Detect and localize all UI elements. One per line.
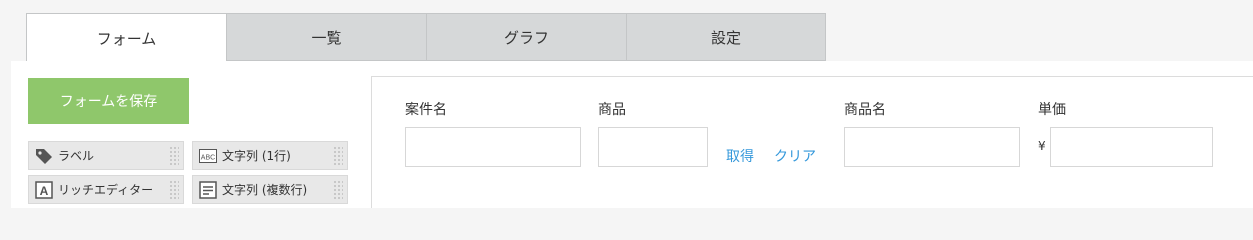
palette-item-text: 文字列 (複数行) xyxy=(222,183,308,197)
tab-settings[interactable]: 設定 xyxy=(626,13,826,61)
product-label: 商品 xyxy=(598,102,626,118)
palette-item-label[interactable]: ラベル xyxy=(28,141,184,170)
svg-text:ABC: ABC xyxy=(201,154,215,161)
currency-symbol: ¥ xyxy=(1038,139,1046,153)
palette-item-text: 文字列 (1行) xyxy=(222,149,291,163)
tab-label: フォーム xyxy=(96,29,157,48)
product-name-input[interactable] xyxy=(844,127,1020,167)
save-form-button[interactable]: フォームを保存 xyxy=(28,78,189,124)
tab-form[interactable]: フォーム xyxy=(26,13,226,62)
unit-price-label: 単価 xyxy=(1038,102,1066,118)
palette-item-single-line-text[interactable]: ABC 文字列 (1行) xyxy=(192,141,348,170)
tab-label: 一覧 xyxy=(311,28,342,47)
drag-handle-icon[interactable] xyxy=(333,146,343,166)
drag-handle-icon[interactable] xyxy=(169,180,179,200)
clear-link[interactable]: クリア xyxy=(774,146,816,166)
product-input[interactable] xyxy=(598,127,708,167)
abc-icon: ABC xyxy=(199,147,217,165)
drag-handle-icon[interactable] xyxy=(333,180,343,200)
drag-handle-icon[interactable] xyxy=(169,146,179,166)
palette-item-text: ラベル xyxy=(58,149,95,163)
multiline-text-icon xyxy=(199,180,217,199)
tab-graph[interactable]: グラフ xyxy=(426,13,626,61)
case-name-label: 案件名 xyxy=(405,102,447,118)
palette-item-multi-line-text[interactable]: 文字列 (複数行) xyxy=(192,175,348,204)
fetch-link[interactable]: 取得 xyxy=(726,146,754,166)
tab-list[interactable]: 一覧 xyxy=(226,13,426,61)
product-name-label: 商品名 xyxy=(844,102,886,118)
tab-label: 設定 xyxy=(710,28,741,47)
case-name-input[interactable] xyxy=(405,127,581,167)
unit-price-input[interactable] xyxy=(1050,127,1213,167)
palette-item-rich-editor[interactable]: A リッチエディター xyxy=(28,175,184,204)
palette-item-text: リッチエディター xyxy=(58,183,154,197)
tag-icon xyxy=(35,147,53,165)
tab-bar: フォーム 一覧 グラフ 設定 xyxy=(26,13,826,62)
svg-text:A: A xyxy=(40,184,49,198)
tab-label: グラフ xyxy=(503,28,549,47)
rich-editor-icon: A xyxy=(35,180,53,199)
